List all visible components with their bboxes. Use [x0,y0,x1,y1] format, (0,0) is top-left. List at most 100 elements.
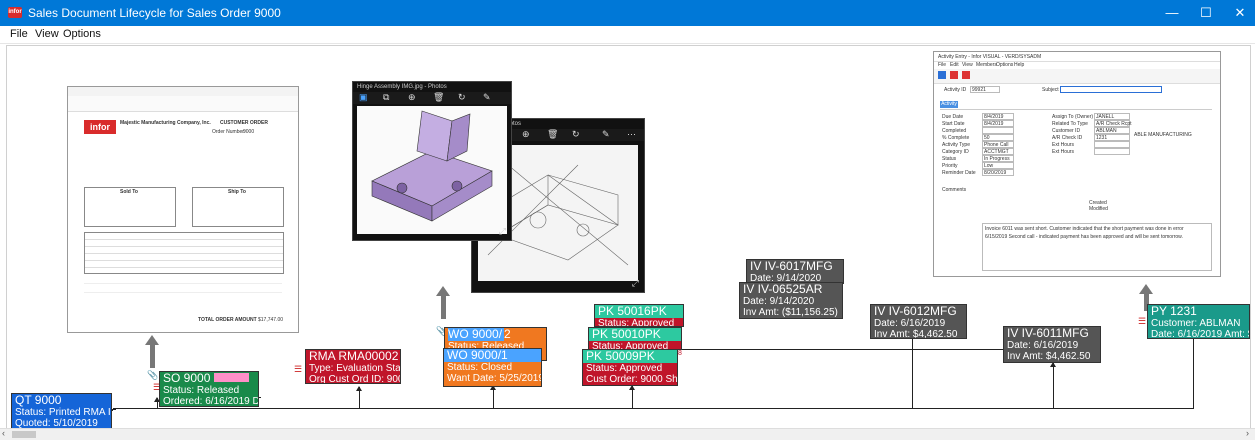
scroll-thumb[interactable] [12,431,36,438]
scroll-right-icon[interactable]: › [1246,428,1249,438]
maximize-button[interactable]: ☐ [1196,4,1216,22]
activity-toolbar [934,69,1220,84]
node-iv-6011mfg[interactable]: IV IV-6011MFG Date: 6/16/2019 Inv Amt: $… [1003,326,1101,363]
node-pk-50009pk[interactable]: PK 50009PK Status: Approved Cust Order: … [582,349,678,386]
title-bar: infor Sales Document Lifecycle for Sales… [0,0,1255,26]
up-arrow-icon [145,335,159,368]
activity-right-label: Ext Hours [1052,142,1074,148]
activity-right-input[interactable]: A/R Check Rcpt [1094,120,1132,127]
activity-menu-file[interactable]: File [938,62,946,68]
slideshow-icon[interactable]: ⧉ [383,92,389,103]
tab-activity[interactable]: Activity [940,101,958,108]
node-wo-9000-1[interactable]: WO 9000/1 Status: Closed Want Date: 5/25… [443,348,542,387]
activity-field-input[interactable]: Low [982,162,1014,169]
node-qt-9000[interactable]: QT 9000 Status: Printed RMA ID: < Quoted… [11,393,112,428]
comment-line-1: Invoice 6011 was sent short. Customer in… [985,226,1184,232]
lifecycle-canvas[interactable]: infor Majestic Manufacturing Company, In… [6,45,1251,429]
activity-menu-members[interactable]: Members [976,62,997,68]
wo2-title-suffix: 2 [504,327,511,341]
node-iv-6017mfg[interactable]: IV IV-6017MFG Date: 9/14/2020 [746,259,844,284]
menu-file[interactable]: File [10,28,28,40]
activity-field-value: 8/20/2019 [984,170,1007,176]
node-customer: Customer: ABLMAN [1151,318,1241,329]
image-icon[interactable]: ▣ [359,92,368,103]
menu-view[interactable]: View [35,28,59,40]
expand-icon[interactable]: ⤢ [499,226,506,237]
node-title: IV IV-6017MFG [750,259,833,273]
zoom-icon[interactable]: ⊕ [522,129,530,140]
minimize-button[interactable]: — [1162,4,1182,22]
notes-icon[interactable]: ☰ [1138,316,1146,327]
node-pk-50010pk[interactable]: PK 50010PK Status: Approved [588,327,682,350]
node-order: Org Cust Ord ID: 9000 Ne [309,374,400,384]
activity-right-label: Related To Type [1052,121,1088,127]
save-icon[interactable] [938,71,946,79]
activity-id-field[interactable]: 99921 [970,86,1000,93]
activity-menu-help[interactable]: Help [1014,62,1024,68]
node-so-9000[interactable]: SO 9000 Status: Released Ordered: 6/16/2… [159,371,259,407]
node-iv-06525ar[interactable]: IV IV-06525AR Date: 9/14/2020 Inv Amt: (… [739,282,843,319]
modified-label: Modified [1089,206,1108,212]
activity-field-input[interactable]: Phone Call [982,141,1014,148]
close-button[interactable]: ✕ [1230,4,1250,22]
scroll-left-icon[interactable]: ‹ [2,428,5,438]
activity-field-label: % Complete [942,135,970,141]
activity-field-input[interactable] [982,127,1014,134]
node-amount: Inv Amt: $4,462.50 [874,329,958,339]
paperclip-icon[interactable]: 📎 [147,370,158,381]
activity-field-input[interactable]: In Progress [982,155,1014,162]
delete-icon[interactable]: 🗑 [433,92,444,103]
delete-icon[interactable]: 🗑 [547,129,558,140]
comments-box[interactable]: Invoice 6011 was sent short. Customer in… [982,223,1212,271]
horizontal-scrollbar[interactable]: ‹ › [0,428,1255,440]
order-document-preview[interactable]: infor Majestic Manufacturing Company, In… [67,86,299,333]
subject-field[interactable] [1060,86,1162,93]
photo-title: Hinge Assembly IMG.jpg - Photos [357,84,447,90]
activity-right-input[interactable]: ABLMAN [1094,127,1130,134]
doc-line-items [84,275,282,295]
more-icon[interactable]: ⋯ [627,129,636,140]
activity-field-input[interactable]: 8/4/2019 [982,113,1014,120]
activity-menu-options[interactable]: Options [996,62,1013,68]
activity-right-input[interactable]: 1231 [1094,134,1130,141]
edit-icon[interactable]: ✎ [602,129,610,140]
node-order: Cust Order: 9000 Shippe [586,374,678,385]
activity-field-label: Completed [942,128,967,134]
node-status: Status: Released [163,385,240,396]
photo-viewer-hinge[interactable]: Hinge Assembly IMG.jpg - Photos ▣ ⧉ ⊕ 🗑 … [352,81,512,241]
activity-right-input[interactable] [1094,148,1130,155]
doc-company: Majestic Manufacturing Company, Inc. [120,120,211,126]
node-pk-50016pk[interactable]: PK 50016PK Status: Approved [594,304,684,327]
activity-field-input[interactable]: 8/4/2019 [982,120,1014,127]
rotate-icon[interactable]: ↻ [572,129,580,140]
menu-options[interactable]: Options [63,28,101,40]
activity-menu-edit[interactable]: Edit [950,62,959,68]
activity-field-label: Priority [942,163,958,169]
delete-icon[interactable] [950,71,958,79]
activity-right-input[interactable] [1094,141,1130,148]
doc-line-table [84,232,284,274]
customer-name: ABLE MANUFACTURING [1134,132,1192,138]
node-iv-6012mfg[interactable]: IV IV-6012MFG Date: 6/16/2019 Inv Amt: $… [870,304,967,339]
cancel-icon[interactable] [962,71,970,79]
activity-right-label: A/R Check ID [1052,135,1083,141]
node-date: Date: 6/16/2019 [1007,340,1079,351]
zoom-icon[interactable]: ⊕ [408,92,416,103]
edit-icon[interactable]: ✎ [483,92,491,103]
node-py-1231[interactable]: PY 1231 Customer: ABLMAN Date: 6/16/2019… [1147,304,1250,339]
activity-right-label: Ext Hours [1052,149,1074,155]
activity-field-input[interactable]: ACCTMGT [982,148,1014,155]
expand-icon[interactable]: ⤢ [632,278,639,289]
node-title: PK 50016PK [595,305,683,318]
rotate-icon[interactable]: ↻ [458,92,466,103]
activity-menu-view[interactable]: View [962,62,973,68]
activity-field-input[interactable]: 8/20/2019 [982,169,1014,176]
node-rma-rma00002[interactable]: RMA RMA00002 Type: Evaluation Status: C … [305,349,401,384]
node-status: Status: Printed RMA ID: < [15,407,111,418]
activity-right-input[interactable]: JANELL [1094,113,1130,120]
activity-menu: File Edit View Members Options Help [934,61,1220,69]
activity-entry-preview[interactable]: Activity Entry - Infor VISUAL - VERD/SYS… [933,51,1221,277]
notes-icon[interactable]: ☰ [294,364,302,375]
activity-field-input[interactable]: 50 [982,134,1014,141]
connector-arrow-icon [154,397,160,408]
